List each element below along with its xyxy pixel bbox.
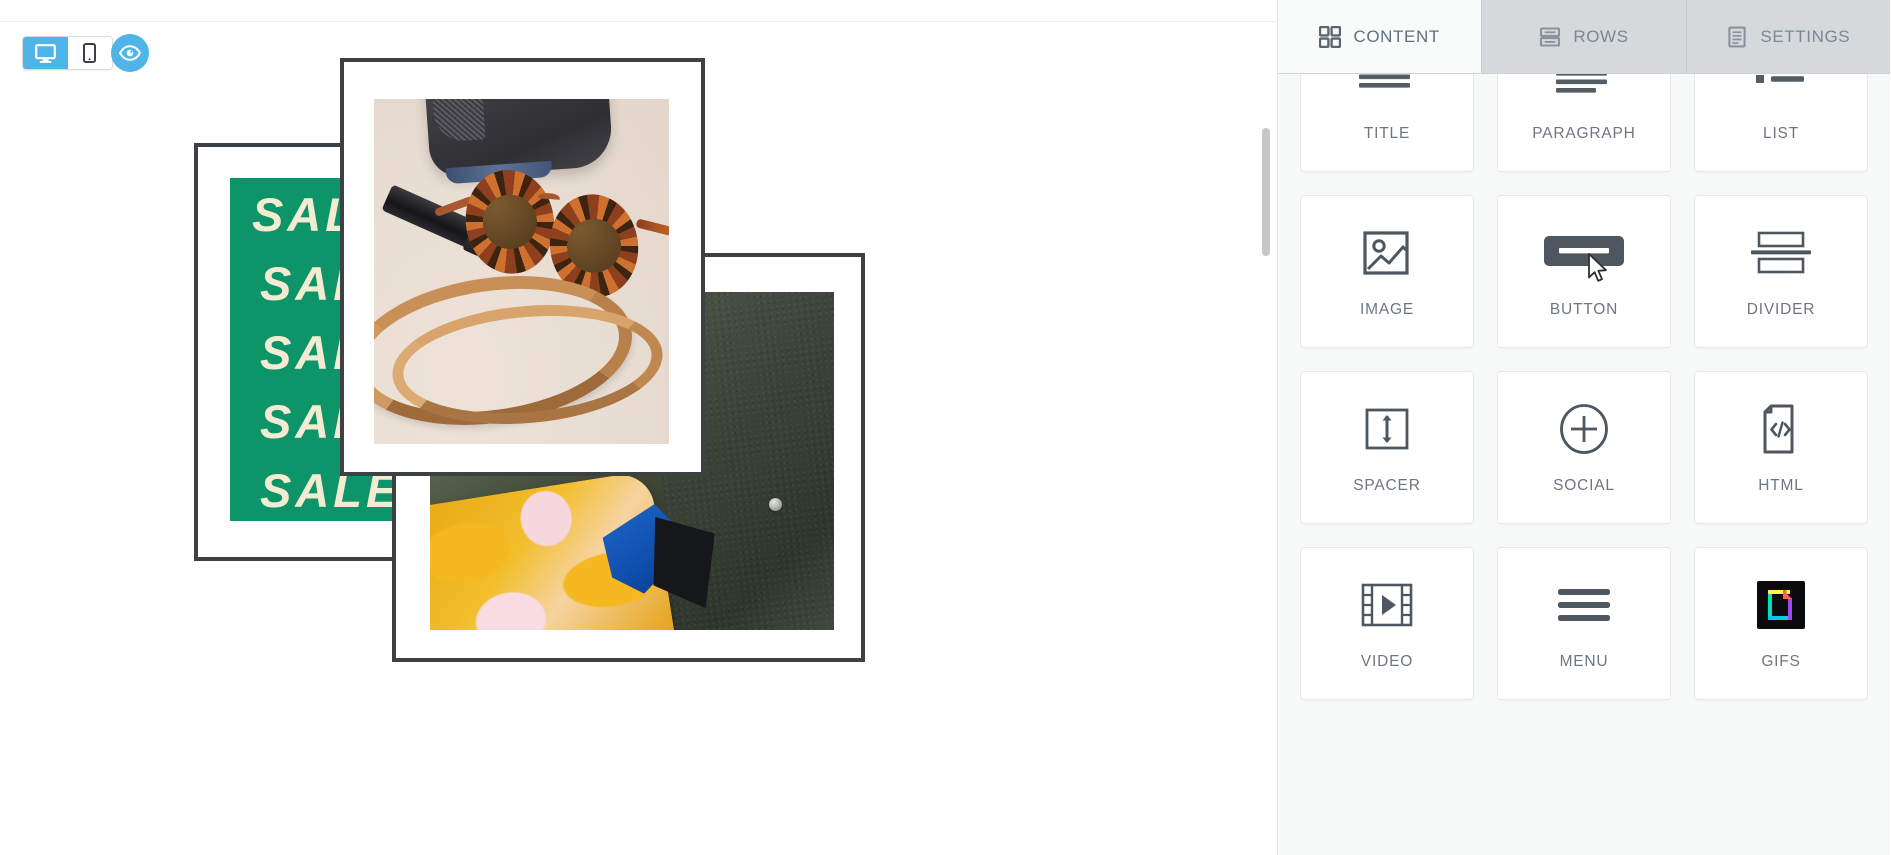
content-tile-social[interactable]: SOCIAL (1497, 371, 1671, 524)
tab-rows-label: ROWS (1573, 26, 1629, 46)
content-tile-gifs-label: GIFS (1761, 652, 1801, 670)
sunglasses-photo (374, 99, 669, 444)
rows-icon (1539, 26, 1561, 48)
content-tiles-scroll-area[interactable]: TITLE PARAGRAPH LIST IMAGE BUTTON DIVIDE… (1278, 74, 1890, 855)
editor-canvas-pane: SALE SALE SALE SALE SALE SALE (0, 0, 1278, 855)
content-tile-menu-label: MENU (1559, 652, 1609, 670)
content-tile-list[interactable]: LIST (1694, 74, 1868, 172)
tab-content-label: CONTENT (1353, 26, 1440, 46)
content-tile-list-label: LIST (1763, 124, 1799, 142)
content-tiles-grid: TITLE PARAGRAPH LIST IMAGE BUTTON DIVIDE… (1300, 74, 1868, 700)
tab-settings[interactable]: SETTINGS (1686, 0, 1890, 73)
content-tile-image[interactable]: IMAGE (1300, 195, 1474, 348)
content-tile-paragraph[interactable]: PARAGRAPH (1497, 74, 1671, 172)
divider-icon (1695, 225, 1867, 281)
content-tile-title-label: TITLE (1363, 124, 1411, 142)
tab-rows[interactable]: ROWS (1482, 0, 1687, 73)
collage-frame-sunglasses (340, 58, 705, 476)
canvas-scrollbar[interactable] (1260, 0, 1272, 855)
content-tile-html[interactable]: HTML (1694, 371, 1868, 524)
content-tile-divider-label: DIVIDER (1746, 300, 1816, 318)
list-icon (1695, 74, 1867, 105)
email-builder-app: SALE SALE SALE SALE SALE SALE (0, 0, 1891, 855)
social-plus-icon (1498, 401, 1670, 457)
image-icon (1301, 225, 1473, 281)
content-tile-divider[interactable]: DIVIDER (1694, 195, 1868, 348)
tab-content[interactable]: CONTENT (1278, 0, 1483, 73)
content-tile-title[interactable]: TITLE (1300, 74, 1474, 172)
content-tile-social-label: SOCIAL (1553, 476, 1615, 494)
content-tile-spacer[interactable]: SPACER (1300, 371, 1474, 524)
email-collage-block[interactable]: SALE SALE SALE SALE SALE SALE (0, 0, 1277, 855)
canvas-scrollbar-thumb[interactable] (1262, 128, 1270, 256)
content-sidebar: CONTENT ROWS SETTINGS TITLE PARAGRAPH LI… (1278, 0, 1890, 855)
content-tile-button[interactable]: BUTTON (1497, 195, 1671, 348)
video-icon (1301, 577, 1473, 633)
grid-icon (1319, 25, 1342, 48)
settings-list-icon (1726, 26, 1748, 48)
content-tile-image-label: IMAGE (1360, 300, 1414, 318)
tab-settings-label: SETTINGS (1760, 26, 1851, 46)
content-tile-video-label: VIDEO (1360, 652, 1414, 670)
button-icon (1498, 225, 1670, 281)
menu-icon (1498, 577, 1670, 633)
content-tile-paragraph-label: PARAGRAPH (1532, 124, 1636, 142)
content-tile-button-label: BUTTON (1549, 300, 1619, 318)
spacer-icon (1301, 401, 1473, 457)
html-code-icon (1695, 401, 1867, 457)
content-tile-video[interactable]: VIDEO (1300, 547, 1474, 700)
sidebar-tabs: CONTENT ROWS SETTINGS (1278, 0, 1890, 74)
content-tile-spacer-label: SPACER (1353, 476, 1421, 494)
content-tile-menu[interactable]: MENU (1497, 547, 1671, 700)
title-icon (1301, 74, 1473, 105)
content-tile-html-label: HTML (1758, 476, 1804, 494)
paragraph-icon (1498, 74, 1670, 105)
content-tile-gifs[interactable]: GIFS (1694, 547, 1868, 700)
gifs-icon (1695, 577, 1867, 633)
